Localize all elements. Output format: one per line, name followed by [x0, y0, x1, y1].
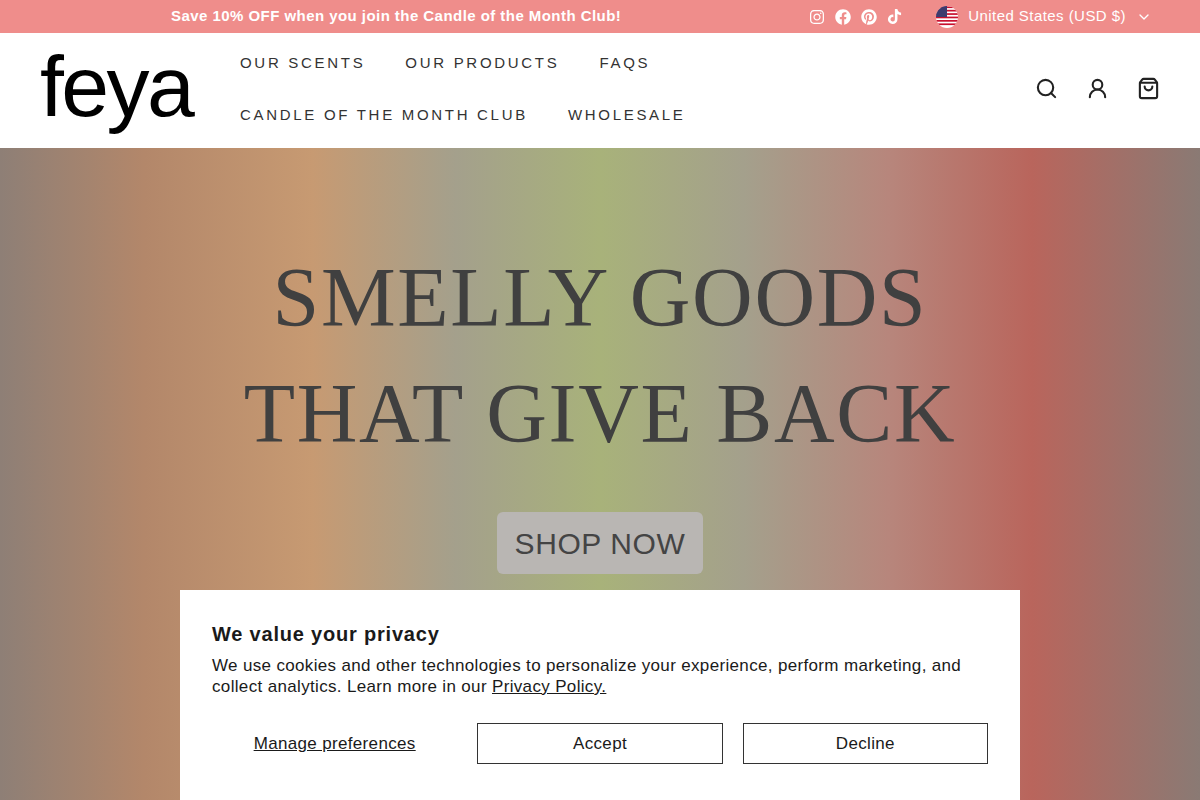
cookie-actions: Manage preferences Accept Decline: [212, 723, 988, 764]
announcement-text[interactable]: Save 10% OFF when you join the Candle of…: [171, 5, 621, 28]
manage-preferences-button[interactable]: Manage preferences: [212, 723, 457, 764]
nav-item[interactable]: OUR SCENTS: [240, 37, 365, 89]
hero-heading: THAT GIVE BACK: [244, 356, 957, 472]
pinterest-icon[interactable]: [861, 9, 877, 25]
nav-item[interactable]: OUR PRODUCTS: [405, 37, 559, 89]
hero: SMELLY GOODSTHAT GIVE BACK SHOP NOW We val…: [0, 148, 1200, 800]
locale-selector[interactable]: United States (USD $): [936, 5, 1152, 28]
search-icon[interactable]: [1035, 77, 1058, 100]
hero-heading: SMELLY GOODS: [273, 240, 928, 356]
nav-item[interactable]: WHOLESALE: [568, 89, 686, 141]
tiktok-icon[interactable]: [887, 9, 902, 24]
instagram-icon[interactable]: [809, 9, 825, 25]
facebook-icon[interactable]: [835, 9, 851, 25]
chevron-down-icon: [1136, 9, 1152, 25]
main-nav: OUR SCENTS OUR PRODUCTS FAQS CANDLE OF THE …: [240, 37, 960, 141]
announcement-bar: Save 10% OFF when you join the Candle of…: [0, 0, 1200, 33]
cookie-button[interactable]: Decline: [743, 723, 988, 764]
header-icons: [1035, 37, 1160, 100]
nav-item[interactable]: FAQS: [599, 37, 650, 89]
cart-icon[interactable]: [1137, 77, 1160, 100]
logo[interactable]: feya: [40, 37, 240, 129]
cookie-banner: We value your privacy We use cookies and …: [180, 590, 1020, 800]
cookie-title: We value your privacy: [212, 622, 988, 646]
header: feyaOUR SCENTS OUR PRODUCTS FAQS CANDLE OF …: [0, 33, 1200, 148]
nav-item[interactable]: CANDLE OF THE MONTH CLUB: [240, 89, 528, 141]
hero-content: SMELLY GOODSTHAT GIVE BACK SHOP NOW: [0, 148, 1200, 574]
us-flag-icon: [936, 6, 958, 28]
cookie-body: We use cookies and other technologies to…: [212, 655, 988, 697]
social-links: [809, 9, 902, 25]
page: Save 10% OFF when you join the Candle of…: [0, 0, 1200, 800]
privacy-policy-link[interactable]: Privacy Policy.: [492, 677, 606, 696]
cookie-button[interactable]: Accept: [477, 723, 722, 764]
shop-now-button[interactable]: SHOP NOW: [497, 512, 704, 574]
account-icon[interactable]: [1086, 77, 1109, 100]
